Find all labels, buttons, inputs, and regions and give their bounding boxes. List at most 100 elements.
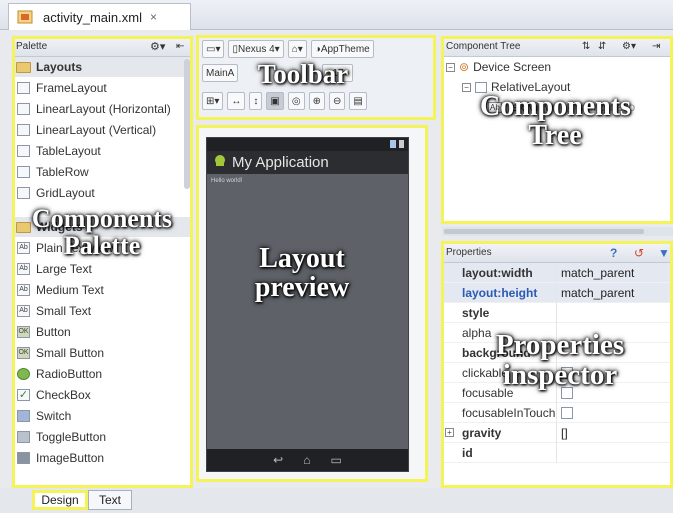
tab-design[interactable]: Design [32,490,88,510]
property-row[interactable]: layout:height match_parent [442,282,673,303]
tree-node-device-screen[interactable]: − ⊚ Device Screen [442,57,673,77]
palette-item[interactable]: Ab Large Text [12,258,192,279]
palette-item[interactable]: OK Button [12,321,192,342]
property-row[interactable]: focusable [442,382,673,403]
device-screen[interactable]: Hello world! [207,174,408,449]
property-name: id [462,445,473,460]
palette-item[interactable]: OK Small Button [12,342,192,363]
focusable-in-touch-checkbox[interactable] [561,406,573,419]
pin-icon[interactable]: ⇥ [652,41,660,52]
zoom-in-icon[interactable]: ⊕ [308,92,325,110]
tree-node-textview[interactable]: Ab TextView - @string/hello [442,97,673,117]
toolbar-row-3: ⊞▾ ↔ ↕ ▣ ◎ ⊕ ⊖ ▤ [202,92,371,110]
property-value[interactable]: [] [556,422,673,443]
activity-dropdown[interactable]: MainA [202,64,239,82]
palette-item[interactable]: Ab Small Text [12,300,192,321]
action-bar: My Application [207,151,408,174]
property-row[interactable]: id [442,442,673,463]
property-row[interactable]: clickable [442,362,673,383]
tree-node-relative-layout[interactable]: − RelativeLayout [442,77,673,97]
palette-item[interactable]: LinearLayout (Horizontal) [12,98,192,119]
tree-horizontal-scrollbar[interactable] [442,227,673,236]
properties-title: Properties [446,247,492,258]
property-value[interactable] [556,442,673,463]
help-icon[interactable]: ? [610,246,617,260]
collapse-icon[interactable]: − [446,62,455,72]
config-dropdown[interactable]: ▭▾ [202,40,225,58]
file-tab-activity-main[interactable]: activity_main.xml × [8,3,191,30]
layout-preview: My Application Hello world! ↩ ⌂ ▭ [196,126,426,480]
zoom-actual-icon[interactable]: ◎ [287,92,305,110]
property-value[interactable] [556,322,673,343]
gear-icon[interactable]: ⚙▾ [622,41,636,52]
palette-item-label: Switch [36,408,72,423]
property-row[interactable]: + gravity [] [442,422,673,443]
orientation-dropdown[interactable]: ⌂▾ [287,40,307,58]
property-row[interactable]: style [442,302,673,323]
palette-title: Palette [16,41,48,52]
grid-layout-icon [17,186,30,199]
device-dropdown[interactable]: ▯ Nexus 4 ▾ [228,40,284,58]
palette-item-label: Plain TextView [36,240,114,255]
android-icon [213,154,227,171]
properties-panel: Properties ? ↺ ▼ layout:width match_paren… [442,243,673,487]
gear-icon[interactable]: ⚙▾ [150,40,165,53]
theme-dropdown[interactable]: ◑ AppTheme [310,40,374,58]
palette-item-label: Small Button [36,345,105,360]
palette-item[interactable]: ImageButton [12,447,192,468]
property-value[interactable]: match_parent [556,262,673,283]
clickable-checkbox[interactable] [561,366,573,379]
palette-scrollbar[interactable] [184,59,190,189]
filter-icon[interactable]: ▼ [658,246,670,260]
palette-item-label: ImageButton [36,450,105,465]
palette-item[interactable]: LinearLayout (Vertical) [12,119,192,140]
palette-item[interactable]: GridLayout [12,182,192,203]
palette-item[interactable]: ToggleButton [12,426,192,447]
property-value [556,402,673,423]
palette-category-widgets[interactable]: Widgets [12,217,192,237]
property-value[interactable] [556,302,673,323]
property-name: layout:height [462,285,538,300]
palette-item[interactable]: Switch [12,405,192,426]
table-layout-icon [17,144,30,157]
property-row[interactable]: layout:width match_parent [442,262,673,283]
palette-item[interactable]: FrameLayout [12,77,192,98]
undo-icon[interactable]: ↺ [634,246,644,260]
property-value[interactable]: match_parent [556,282,673,303]
palette-item[interactable]: Ab Plain TextView [12,237,192,258]
palette-list: Layouts FrameLayout LinearLayout (Horizo… [12,57,192,468]
property-row[interactable]: alpha [442,322,673,343]
palette-item[interactable]: TableRow [12,161,192,182]
expand-all-icon[interactable]: ⇅ [582,41,590,52]
radio-button-icon [17,367,30,380]
property-row[interactable]: background [442,342,673,363]
scrollbar-thumb[interactable] [444,229,644,234]
tab-text[interactable]: Text [88,490,132,510]
zoom-fit-icon[interactable]: ▣ [266,92,284,110]
palette-item[interactable]: ✓ CheckBox [12,384,192,405]
refresh-icon[interactable]: ▤ [349,92,367,110]
palette-item[interactable]: TableLayout [12,140,192,161]
collapse-icon[interactable]: − [462,82,471,92]
zoom-out-icon[interactable]: ⊖ [328,92,346,110]
palette-item-label: RadioButton [36,366,103,381]
palette-category-layouts[interactable]: Layouts [12,57,192,77]
property-value[interactable] [556,342,673,363]
component-tree-title: Component Tree [446,41,521,52]
collapse-icon[interactable]: ⇤ [176,41,184,52]
api-dropdown[interactable]: ● 17 ▾ [322,64,353,82]
fill-height-icon[interactable]: ↕ [249,92,263,110]
focusable-checkbox[interactable] [561,386,573,399]
property-name: alpha [462,325,492,340]
palette-item[interactable]: Ab Medium Text [12,279,192,300]
palette-item[interactable] [12,203,192,217]
palette-item[interactable]: RadioButton [12,363,192,384]
fill-width-icon[interactable]: ↔ [227,92,246,110]
collapse-all-icon[interactable]: ⇵ [598,41,606,52]
layout-actions-button[interactable]: ⊞▾ [202,92,224,110]
palette-item-label: LinearLayout (Horizontal) [36,101,171,116]
hello-textview[interactable]: Hello world! [211,178,242,184]
expand-icon[interactable]: + [445,428,454,437]
close-icon[interactable]: × [150,10,157,24]
property-row[interactable]: focusableInTouchMode [442,402,673,423]
